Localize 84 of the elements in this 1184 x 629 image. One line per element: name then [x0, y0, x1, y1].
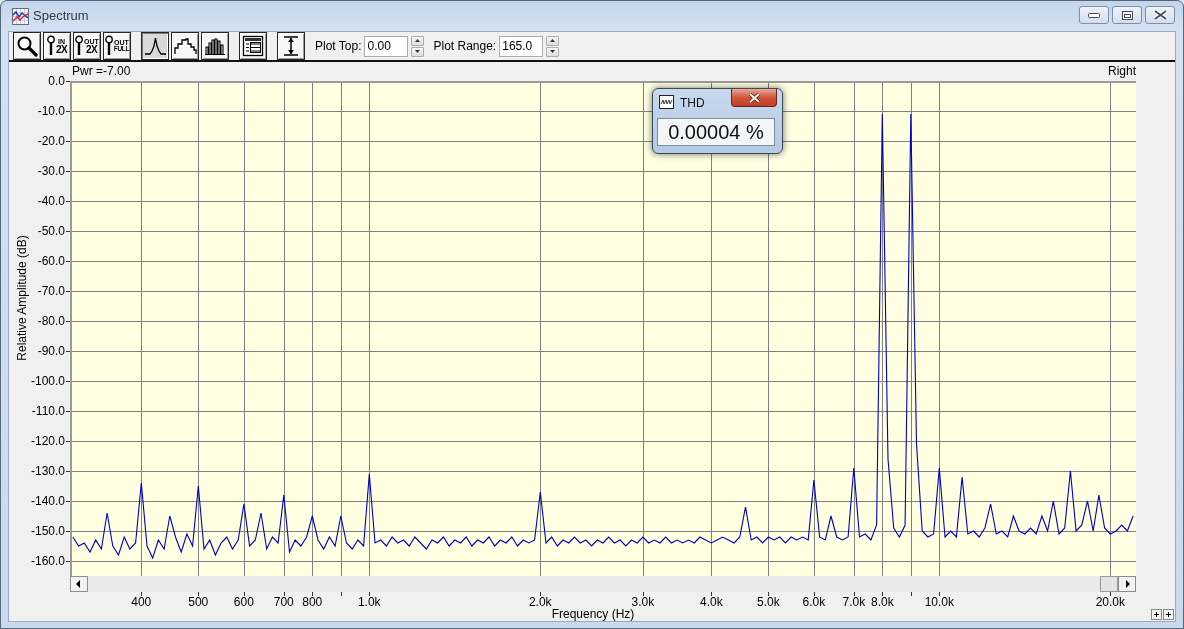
panel-icon: [242, 35, 264, 57]
y-tick-label: -100.0: [30, 374, 65, 388]
close-button[interactable]: [1145, 6, 1175, 24]
y-tick-label: -70.0: [37, 284, 65, 298]
peak-line-icon: [143, 35, 167, 57]
spin-down-button[interactable]: [411, 46, 425, 57]
search-icon: [16, 35, 38, 57]
y-tick-label: -110.0: [31, 404, 65, 418]
panel-button[interactable]: [239, 32, 267, 60]
number-field[interactable]: 0.00: [364, 35, 409, 57]
spin-down-button[interactable]: [546, 46, 560, 57]
x-tick-label: 2.0k: [528, 595, 552, 609]
x-tick-label: 1.0k: [357, 595, 381, 609]
field-label: Plot Top:: [315, 38, 362, 54]
chart-icon: [12, 7, 29, 25]
magnifier-icon: [46, 35, 55, 57]
down-arrow-icon: [415, 50, 421, 53]
y-tick-label: -150.0: [30, 524, 65, 538]
scroll-left-button[interactable]: [70, 576, 88, 592]
view-mode-button[interactable]: [171, 32, 199, 60]
y-tick-label: -60.0: [37, 254, 65, 268]
y-tick-label: -160.0: [30, 554, 65, 568]
maximize-button[interactable]: [1112, 6, 1142, 24]
minimize-icon: [1088, 10, 1100, 20]
spin-up-button[interactable]: [411, 35, 425, 46]
minimize-button[interactable]: [1079, 6, 1109, 24]
x-tick-label: 700: [273, 595, 294, 609]
x-tick-label: 10.0k: [924, 595, 954, 609]
popup-title: THD: [680, 96, 705, 111]
left-arrow-icon: [76, 580, 80, 588]
x-tick-label: 3.0k: [631, 595, 655, 609]
up-arrow-icon: [415, 39, 421, 42]
x-tick-label: 600: [233, 595, 254, 609]
x-tick-label: 4.0k: [699, 595, 723, 609]
spin-up-button[interactable]: [546, 35, 560, 46]
waveform-icon: [659, 95, 674, 109]
number-field[interactable]: 165.0: [499, 35, 544, 57]
down-arrow-icon: [550, 50, 556, 53]
plus-icon: [1165, 611, 1172, 618]
x-tick-label: 20.0k: [1095, 595, 1126, 609]
plus-button[interactable]: [1151, 609, 1162, 620]
bar-chart-icon: [203, 35, 227, 57]
field-label: Plot Range:: [433, 38, 497, 54]
y-tick-label: -120.0: [30, 434, 65, 448]
close-icon: [1153, 10, 1167, 20]
magnifier-icon: [104, 35, 113, 57]
channel-label: Right: [1108, 64, 1136, 78]
y-tick-label: -130.0: [30, 464, 65, 478]
y-tick-label: 0.0: [48, 74, 65, 88]
view-mode-button[interactable]: [141, 32, 169, 60]
magnifier-icon: [75, 35, 84, 57]
x-tick-label: 7.0k: [842, 595, 866, 609]
power-readout: Pwr =-7.00: [72, 64, 131, 78]
y-tick-label: -30.0: [37, 164, 65, 178]
window-title: Spectrum: [33, 8, 89, 24]
thd-readout: 0.00004 %: [657, 118, 775, 146]
x-tick-label: 500: [188, 595, 209, 609]
step-line-icon: [173, 35, 197, 57]
plus-button[interactable]: [1163, 609, 1174, 620]
y-tick-label: -40.0: [37, 194, 65, 208]
y-tick-label: -90.0: [37, 344, 65, 358]
y-tick-label: -10.0: [37, 104, 65, 118]
plus-icon: [1153, 611, 1160, 618]
y-tick-label: -140.0: [30, 494, 65, 508]
x-tick-label: 400: [131, 595, 152, 609]
x-tick-label: 5.0k: [756, 595, 780, 609]
x-axis-title: Frequency (Hz): [551, 607, 635, 621]
scroll-right-button[interactable]: [1118, 576, 1136, 592]
x-tick-label: 8.0k: [871, 595, 894, 609]
range-button[interactable]: [277, 32, 305, 60]
maximize-icon: [1121, 10, 1133, 20]
y-axis-title: Relative Amplitude (dB): [15, 235, 29, 361]
up-arrow-icon: [550, 39, 556, 42]
close-button[interactable]: [731, 89, 777, 107]
y-tick-label: -20.0: [37, 134, 65, 148]
x-tick-label: 800: [302, 595, 323, 609]
right-arrow-icon: [1126, 580, 1130, 588]
scrollbar-thumb[interactable]: [1100, 576, 1118, 592]
x-tick-label: 6.0k: [802, 595, 826, 609]
close-icon: [747, 92, 761, 103]
y-tick-label: -50.0: [37, 224, 65, 238]
view-mode-button[interactable]: [201, 32, 229, 60]
magnifier-button[interactable]: [13, 32, 41, 60]
y-tick-label: -80.0: [37, 314, 65, 328]
